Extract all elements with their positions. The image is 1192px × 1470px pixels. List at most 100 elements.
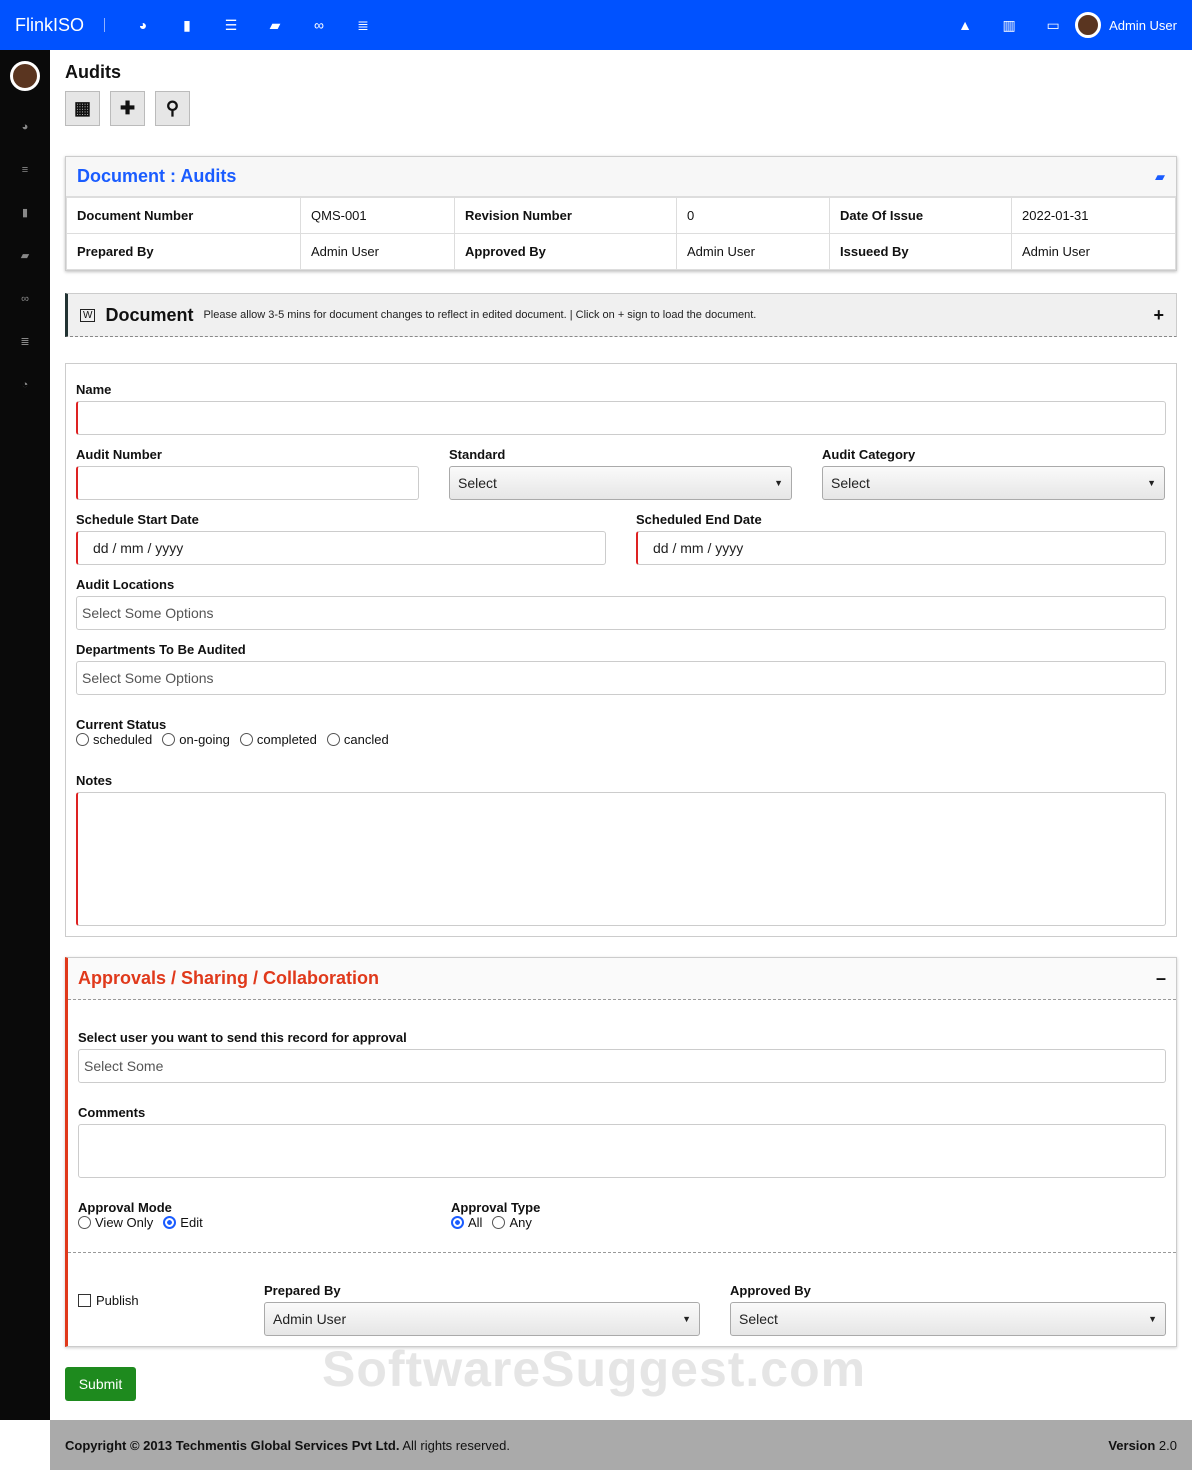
- approved-by-select[interactable]: Select ▼: [730, 1302, 1166, 1336]
- publish-checkbox[interactable]: Publish: [78, 1283, 234, 1336]
- cell-value: 0: [676, 197, 830, 234]
- document-info-panel: Document : Audits ▰ Document Number QMS-0…: [65, 156, 1177, 271]
- search-icon: ⚲: [165, 98, 180, 118]
- list-view-button[interactable]: ▦: [65, 91, 100, 126]
- type-radio-any[interactable]: Any: [492, 1215, 532, 1230]
- approvals-title: Approvals / Sharing / Collaboration: [78, 968, 380, 988]
- document-bar: W Document Please allow 3-5 mins for doc…: [65, 293, 1177, 337]
- server-icon[interactable]: ≡: [0, 149, 50, 192]
- submit-button[interactable]: Submit: [65, 1367, 136, 1401]
- table-row: Document Number QMS-001 Revision Number …: [66, 197, 1176, 234]
- notes-label: Notes: [76, 773, 113, 788]
- cell-value: Admin User: [300, 233, 455, 270]
- audit-number-label: Audit Number: [76, 447, 162, 462]
- watermark: SoftwareSuggest.com: [322, 1341, 867, 1397]
- panel-title: Document : Audits: [77, 166, 237, 186]
- status-radio-cancled[interactable]: cancled: [326, 732, 389, 747]
- audit-category-value: Select: [831, 475, 870, 491]
- credit-card-icon[interactable]: ▭: [1031, 17, 1075, 34]
- audit-category-select[interactable]: Select ▼: [822, 466, 1165, 500]
- bookmark-icon[interactable]: ▮: [165, 17, 209, 34]
- name-label: Name: [76, 382, 112, 397]
- footer: Copyright © 2013 Techmentis Global Servi…: [50, 1420, 1192, 1470]
- pie-chart-icon[interactable]: ◔: [0, 364, 50, 407]
- comments-label: Comments: [78, 1105, 146, 1120]
- cell-label: Issueed By: [829, 233, 1012, 270]
- start-date-input[interactable]: dd / mm / yyyy: [76, 531, 606, 565]
- notes-textarea[interactable]: [76, 792, 1166, 926]
- copyright-rest: All rights reserved.: [399, 1437, 510, 1453]
- document-message: Please allow 3-5 mins for document chang…: [203, 309, 757, 321]
- folder-open-icon[interactable]: ▰: [1155, 169, 1165, 185]
- prepared-by-label: Prepared By: [264, 1283, 341, 1298]
- approval-type-label: Approval Type: [451, 1200, 541, 1215]
- folder-open-icon[interactable]: ▰: [253, 17, 297, 34]
- status-radio-scheduled[interactable]: scheduled: [76, 732, 152, 747]
- word-document-icon: W: [80, 308, 96, 322]
- approvals-panel: Approvals / Sharing / Collaboration – Sel…: [65, 957, 1177, 1347]
- approval-user-select[interactable]: Select Some: [78, 1049, 1166, 1083]
- comments-textarea[interactable]: [78, 1124, 1166, 1178]
- audit-category-label: Audit Category: [822, 447, 916, 462]
- sidebar-avatar[interactable]: [10, 61, 40, 91]
- link-icon[interactable]: ∞: [0, 278, 50, 321]
- status-label: Current Status: [76, 717, 167, 732]
- caret-down-icon: ▼: [1147, 478, 1156, 488]
- list-icon[interactable]: ☰: [209, 17, 253, 34]
- table-icon: ▦: [73, 98, 91, 118]
- expand-document-button[interactable]: +: [1153, 305, 1164, 326]
- top-navbar: FlinkISO ◕ ▮ ☰ ▰ ∞ ≣ ▲ ▥ ▭ Admin User: [0, 0, 1192, 50]
- main-content: Audits ▦ ✚ ⚲ Document : Audits ▰ Document…: [65, 50, 1177, 1401]
- status-radio-completed[interactable]: completed: [239, 732, 317, 747]
- avatar[interactable]: [1075, 12, 1102, 38]
- mode-radio-edit[interactable]: Edit: [163, 1215, 203, 1230]
- cell-value: Admin User: [676, 233, 830, 270]
- cell-value: Admin User: [1011, 233, 1176, 270]
- page-title: Audits: [65, 62, 121, 82]
- audit-number-input[interactable]: [76, 466, 419, 500]
- standard-label: Standard: [449, 447, 506, 462]
- version-number: 2.0: [1158, 1437, 1177, 1453]
- dashboard-icon[interactable]: ◕: [121, 17, 165, 33]
- locations-label: Audit Locations: [76, 577, 175, 592]
- approved-by-label: Approved By: [730, 1283, 811, 1298]
- database-icon[interactable]: ≣: [341, 17, 385, 34]
- approval-user-label: Select user you want to send this record…: [78, 1030, 407, 1045]
- document-title: Document: [105, 304, 194, 325]
- end-date-label: Scheduled End Date: [636, 512, 762, 527]
- document-info-table: Document Number QMS-001 Revision Number …: [66, 197, 1176, 270]
- collapse-icon[interactable]: –: [1156, 968, 1166, 989]
- cell-label: Date Of Issue: [829, 197, 1012, 234]
- cell-value: 2022-01-31: [1011, 197, 1176, 234]
- bookmark-icon[interactable]: ▮: [0, 192, 50, 235]
- audit-form: Name Audit Number Standard Select ▼ Audit …: [65, 363, 1177, 937]
- plus-icon: ✚: [119, 98, 136, 118]
- brand-logo[interactable]: FlinkISO: [15, 15, 84, 36]
- table-row: Prepared By Admin User Approved By Admin…: [66, 233, 1176, 270]
- locations-multiselect[interactable]: Select Some Options: [76, 596, 1166, 630]
- type-radio-all[interactable]: All: [451, 1215, 482, 1230]
- dashboard-icon[interactable]: ◕: [0, 106, 50, 149]
- start-date-label: Schedule Start Date: [76, 512, 199, 527]
- add-button[interactable]: ✚: [110, 91, 145, 126]
- standard-select[interactable]: Select ▼: [449, 466, 792, 500]
- graduation-cap-icon[interactable]: ▲: [943, 17, 987, 33]
- database-icon[interactable]: ≣: [0, 321, 50, 364]
- prepared-by-select[interactable]: Admin User ▼: [264, 1302, 700, 1336]
- caret-down-icon: ▼: [774, 478, 783, 488]
- name-input[interactable]: [76, 401, 1166, 435]
- divider: [104, 18, 106, 32]
- status-radio-on-going[interactable]: on-going: [162, 732, 230, 747]
- departments-label: Departments To Be Audited: [76, 642, 246, 657]
- user-menu[interactable]: Admin User: [1109, 18, 1177, 33]
- mode-radio-view-only[interactable]: View Only: [78, 1215, 153, 1230]
- version-label: Version: [1108, 1437, 1156, 1453]
- standard-value: Select: [458, 475, 497, 491]
- bar-chart-icon[interactable]: ▥: [987, 17, 1031, 34]
- folder-open-icon[interactable]: ▰: [0, 235, 50, 278]
- sidebar: ◕ ≡ ▮ ▰ ∞ ≣ ◔: [0, 50, 50, 1420]
- end-date-input[interactable]: dd / mm / yyyy: [636, 531, 1166, 565]
- search-button[interactable]: ⚲: [155, 91, 190, 126]
- link-icon[interactable]: ∞: [297, 17, 341, 33]
- departments-multiselect[interactable]: Select Some Options: [76, 661, 1166, 695]
